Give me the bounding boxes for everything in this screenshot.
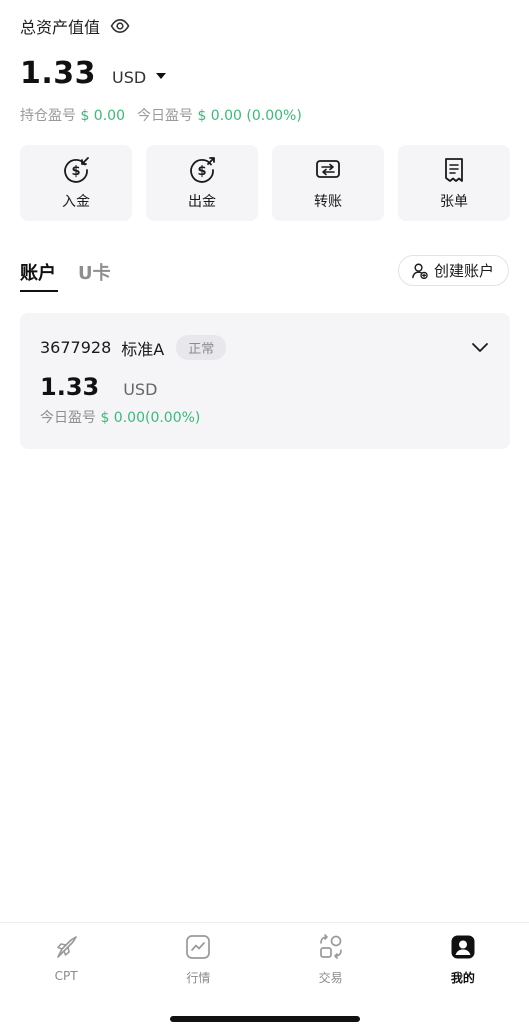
transfer-button[interactable]: 转账 bbox=[272, 145, 384, 221]
pnl-row: 持仓盈号 $ 0.00 今日盈号 $ 0.00 (0.00%) bbox=[20, 105, 509, 125]
total-balance: 1.33 bbox=[20, 56, 97, 91]
caret-down-icon[interactable] bbox=[156, 73, 167, 79]
account-number: 3677928 bbox=[40, 338, 112, 357]
today-pnl-label: 今日盈号 bbox=[136, 108, 193, 124]
nav-item-market[interactable]: 行情 bbox=[132, 923, 264, 1002]
nav-item-profile[interactable]: 我的 bbox=[397, 923, 529, 1002]
chevron-down-icon[interactable] bbox=[470, 337, 490, 357]
account-currency: USD bbox=[123, 380, 158, 399]
position-pnl-label: 持仓盈号 bbox=[20, 108, 76, 124]
total-assets-title: 总资产值值 bbox=[20, 18, 101, 37]
bill-button[interactable]: 张单 bbox=[398, 145, 510, 221]
rocket-icon bbox=[57, 936, 77, 958]
tab-account[interactable]: 账户 bbox=[20, 259, 56, 285]
create-account-button[interactable]: 创建账户 bbox=[397, 255, 509, 286]
transfer-icon bbox=[316, 160, 340, 178]
account-today-pnl: 今日盈号 $ 0.00(0.00%) bbox=[40, 407, 200, 427]
status-badge: 正常 bbox=[176, 335, 227, 360]
nav-label-trade: 交易 bbox=[318, 971, 343, 985]
account-type: 标准A bbox=[121, 339, 165, 359]
account-tabs: 账户 U卡 创建账户 bbox=[20, 255, 509, 295]
account-today-label: 今日盈号 bbox=[40, 410, 96, 426]
deposit-button[interactable]: $ 入金 bbox=[20, 145, 132, 221]
today-pnl-value: $ 0.00 (0.00%) bbox=[197, 108, 302, 124]
nav-item-trade[interactable]: 交易 bbox=[265, 923, 397, 1002]
deposit-icon: $ bbox=[64, 157, 89, 183]
chart-icon bbox=[186, 935, 211, 959]
account-amount-row: 1.33 USD bbox=[40, 373, 157, 401]
svg-text:$: $ bbox=[197, 164, 206, 179]
withdraw-button[interactable]: $ 出金 bbox=[146, 145, 258, 221]
profile-icon bbox=[451, 935, 475, 959]
bill-label: 张单 bbox=[440, 194, 468, 210]
account-info: 3677928 标准A 正常 bbox=[40, 335, 227, 360]
withdraw-label: 出金 bbox=[188, 194, 216, 210]
position-pnl-value: $ 0.00 bbox=[80, 108, 125, 124]
bottom-nav: CPT 行情 交易 我的 bbox=[0, 922, 529, 1002]
trade-icon bbox=[319, 934, 342, 959]
add-user-icon bbox=[412, 263, 428, 279]
account-card[interactable]: 3677928 标准A 正常 1.33 USD 今日盈号 $ 0.00(0.00… bbox=[20, 313, 510, 449]
account-amount: 1.33 bbox=[40, 373, 100, 401]
svg-text:$: $ bbox=[71, 164, 80, 179]
home-indicator bbox=[170, 1016, 360, 1022]
create-account-label: 创建账户 bbox=[433, 262, 494, 280]
bill-icon bbox=[445, 158, 463, 182]
balance-row[interactable]: 1.33 USD bbox=[20, 56, 509, 91]
nav-label-market: 行情 bbox=[186, 971, 211, 985]
nav-label-cpt: CPT bbox=[54, 969, 78, 983]
nav-label-profile: 我的 bbox=[450, 971, 475, 985]
asset-header: 总资产值值 1.33 USD 持仓盈号 $ 0.00 今日盈号 $ 0.00 (… bbox=[20, 14, 509, 125]
tab-underline bbox=[20, 290, 58, 292]
deposit-label: 入金 bbox=[62, 194, 90, 210]
withdraw-icon: $ bbox=[190, 157, 215, 183]
eye-icon[interactable] bbox=[110, 16, 130, 36]
currency-selector[interactable]: USD bbox=[112, 68, 146, 87]
action-bar: $ 入金 $ 出金 转账 张单 bbox=[20, 145, 510, 221]
account-today-value: $ 0.00(0.00%) bbox=[100, 410, 201, 426]
transfer-label: 转账 bbox=[314, 194, 342, 210]
tab-ucard[interactable]: U卡 bbox=[78, 259, 111, 285]
nav-item-cpt[interactable]: CPT bbox=[0, 923, 132, 1002]
